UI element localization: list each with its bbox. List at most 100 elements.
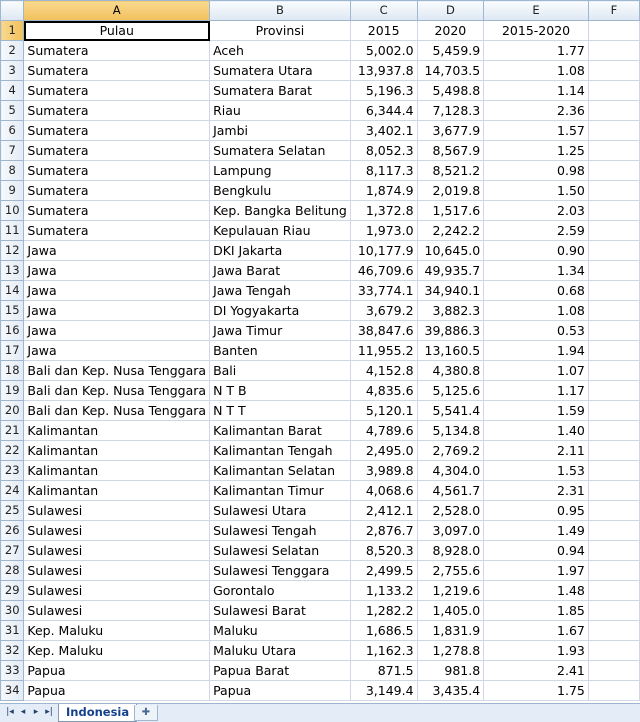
- row-header[interactable]: 8: [0, 160, 25, 181]
- cell-provinsi[interactable]: Jawa Barat: [209, 260, 351, 281]
- cell-2015[interactable]: 2,876.7: [349, 520, 418, 541]
- cell-change-header[interactable]: 2015-2020: [483, 20, 589, 41]
- cell-provinsi[interactable]: Sulawesi Selatan: [209, 540, 351, 561]
- row-header[interactable]: 9: [0, 180, 25, 201]
- select-all-corner[interactable]: [0, 0, 25, 21]
- cell-2020[interactable]: 2,755.6: [416, 560, 485, 581]
- column-header-e[interactable]: E: [483, 0, 589, 21]
- cell-pulau[interactable]: Jawa: [23, 240, 211, 261]
- cell-2020[interactable]: 8,521.2: [416, 160, 485, 181]
- cell-pulau[interactable]: Sulawesi: [23, 560, 211, 581]
- column-header-f[interactable]: F: [587, 0, 640, 21]
- cell-provinsi[interactable]: Jawa Tengah: [209, 280, 351, 301]
- cell-pulau[interactable]: Sumatera: [23, 80, 211, 101]
- cell-change[interactable]: 1.17: [483, 380, 589, 401]
- row-header[interactable]: 1: [0, 20, 25, 41]
- cell-change[interactable]: 1.97: [483, 560, 589, 581]
- cell-2020[interactable]: 14,703.5: [416, 60, 485, 81]
- row-header[interactable]: 18: [0, 360, 25, 381]
- cell-change[interactable]: 1.93: [483, 640, 589, 661]
- row-header[interactable]: 32: [0, 640, 25, 661]
- cell-change[interactable]: 0.53: [483, 320, 589, 341]
- next-sheet-icon[interactable]: ▸: [30, 706, 42, 719]
- column-header-c[interactable]: C: [349, 0, 418, 21]
- cell-2015[interactable]: 2,499.5: [349, 560, 418, 581]
- cell-2020[interactable]: 3,097.0: [416, 520, 485, 541]
- cell-2020-header[interactable]: 2020: [416, 20, 485, 41]
- row-header[interactable]: 28: [0, 560, 25, 581]
- cell-provinsi[interactable]: Sumatera Utara: [209, 60, 351, 81]
- cell-pulau[interactable]: Bali dan Kep. Nusa Tenggara: [23, 400, 211, 421]
- cell-empty[interactable]: [587, 80, 640, 101]
- cell-provinsi[interactable]: Bengkulu: [209, 180, 351, 201]
- insert-sheet-icon[interactable]: ✚: [134, 705, 158, 721]
- cell-provinsi[interactable]: Sumatera Barat: [209, 80, 351, 101]
- cell-pulau[interactable]: Sumatera: [23, 120, 211, 141]
- cell-change[interactable]: 1.53: [483, 460, 589, 481]
- cell-2015[interactable]: 10,177.9: [349, 240, 418, 261]
- cell-change[interactable]: 1.34: [483, 260, 589, 281]
- cell-provinsi[interactable]: Papua Barat: [209, 660, 351, 681]
- cell-change[interactable]: 0.90: [483, 240, 589, 261]
- cell-empty[interactable]: [587, 520, 640, 541]
- row-header[interactable]: 2: [0, 40, 25, 61]
- cell-empty[interactable]: [587, 360, 640, 381]
- cell-pulau[interactable]: Kep. Maluku: [23, 640, 211, 661]
- cell-2020[interactable]: 49,935.7: [416, 260, 485, 281]
- cell-empty[interactable]: [587, 240, 640, 261]
- cell-provinsi[interactable]: Lampung: [209, 160, 351, 181]
- cell-2020[interactable]: 3,435.4: [416, 680, 485, 701]
- row-header[interactable]: 31: [0, 620, 25, 641]
- cell-2020[interactable]: 2,528.0: [416, 500, 485, 521]
- cell-2015[interactable]: 6,344.4: [349, 100, 418, 121]
- cell-change[interactable]: 1.57: [483, 120, 589, 141]
- first-sheet-icon[interactable]: |◂: [4, 706, 16, 719]
- cell-provinsi[interactable]: Sulawesi Tenggara: [209, 560, 351, 581]
- cell-provinsi[interactable]: Banten: [209, 340, 351, 361]
- cell-2015[interactable]: 3,149.4: [349, 680, 418, 701]
- cell-change[interactable]: 1.25: [483, 140, 589, 161]
- cell-2020[interactable]: 8,928.0: [416, 540, 485, 561]
- cell-empty[interactable]: [587, 400, 640, 421]
- cell-empty[interactable]: [587, 380, 640, 401]
- column-header-a[interactable]: A: [23, 0, 211, 21]
- cell-2020[interactable]: 7,128.3: [416, 100, 485, 121]
- row-header[interactable]: 20: [0, 400, 25, 421]
- cell-change[interactable]: 1.49: [483, 520, 589, 541]
- row-header[interactable]: 25: [0, 500, 25, 521]
- cell-change[interactable]: 0.98: [483, 160, 589, 181]
- cell-pulau[interactable]: Sumatera: [23, 180, 211, 201]
- cell-provinsi[interactable]: Kepulauan Riau: [209, 220, 351, 241]
- row-header[interactable]: 27: [0, 540, 25, 561]
- cell-change[interactable]: 1.67: [483, 620, 589, 641]
- cell-pulau[interactable]: Sumatera: [23, 200, 211, 221]
- cell-empty[interactable]: [587, 620, 640, 641]
- cell-empty[interactable]: [587, 160, 640, 181]
- cell-2020[interactable]: 5,498.8: [416, 80, 485, 101]
- cell-2015[interactable]: 13,937.8: [349, 60, 418, 81]
- cell-empty[interactable]: [587, 420, 640, 441]
- row-header[interactable]: 14: [0, 280, 25, 301]
- cell-empty[interactable]: [587, 200, 640, 221]
- cell-empty[interactable]: [587, 120, 640, 141]
- cell-provinsi[interactable]: Kalimantan Timur: [209, 480, 351, 501]
- cell-change[interactable]: 1.40: [483, 420, 589, 441]
- cell-2015[interactable]: 8,520.3: [349, 540, 418, 561]
- cell-empty[interactable]: [587, 140, 640, 161]
- cell-2015[interactable]: 4,152.8: [349, 360, 418, 381]
- cell-2015[interactable]: 2,412.1: [349, 500, 418, 521]
- cell-2015[interactable]: 8,052.3: [349, 140, 418, 161]
- cell-pulau[interactable]: Sulawesi: [23, 500, 211, 521]
- cell-provinsi[interactable]: N T T: [209, 400, 351, 421]
- cell-provinsi[interactable]: Maluku: [209, 620, 351, 641]
- cell-change[interactable]: 1.50: [483, 180, 589, 201]
- row-header[interactable]: 24: [0, 480, 25, 501]
- cell-empty[interactable]: [587, 260, 640, 281]
- cell-empty[interactable]: [587, 220, 640, 241]
- cell-provinsi[interactable]: DKI Jakarta: [209, 240, 351, 261]
- row-header[interactable]: 12: [0, 240, 25, 261]
- cell-empty[interactable]: [587, 600, 640, 621]
- cell-provinsi[interactable]: Sulawesi Utara: [209, 500, 351, 521]
- row-header[interactable]: 3: [0, 60, 25, 81]
- cell-2015[interactable]: 1,874.9: [349, 180, 418, 201]
